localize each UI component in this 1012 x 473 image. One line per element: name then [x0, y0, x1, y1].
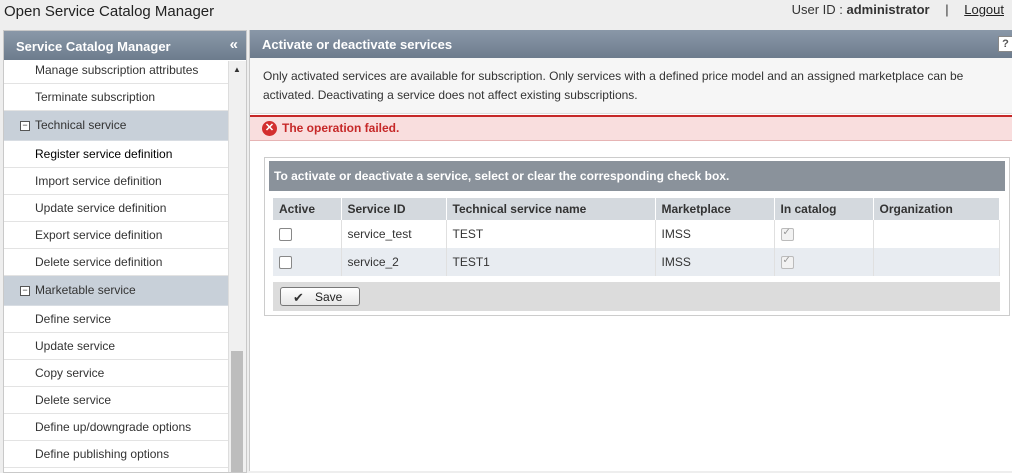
sidebar-item-copy-service[interactable]: Copy service — [4, 360, 228, 387]
sidebar-item-register-service-definition[interactable]: Register service definition — [4, 141, 228, 168]
table-row: service_2 TEST1 IMSS — [273, 248, 1000, 276]
sidebar-group-label: Technical service — [35, 118, 127, 132]
sidebar-item-terminate-subscription[interactable]: Terminate subscription — [4, 84, 228, 111]
column-header-technical-service-name[interactable]: Technical service name — [446, 198, 656, 220]
sidebar-item-manage-subscription-attributes[interactable]: Manage subscription attributes — [4, 61, 228, 84]
sidebar-item-define-up-downgrade-options[interactable]: Define up/downgrade options — [4, 414, 228, 441]
intro-text: Only activated services are available fo… — [250, 58, 1012, 114]
marketplace-cell: IMSS — [655, 220, 775, 248]
separator: | — [945, 2, 949, 17]
top-bar: Open Service Catalog Manager User ID : a… — [0, 0, 1012, 28]
save-button-label: Save — [315, 290, 343, 304]
column-header-service-id[interactable]: Service ID — [341, 198, 447, 220]
organization-cell — [873, 220, 1000, 248]
services-table: Active Service ID Technical service name… — [273, 198, 1000, 276]
column-header-organization[interactable]: Organization — [873, 198, 1000, 220]
column-header-in-catalog[interactable]: In catalog — [774, 198, 874, 220]
sidebar: Service Catalog Manager « Manage subscri… — [3, 30, 247, 473]
user-id-label: User ID : — [791, 2, 843, 17]
column-header-active[interactable]: Active — [273, 198, 342, 220]
collapse-sidebar-icon[interactable]: « — [230, 36, 238, 53]
active-checkbox[interactable] — [279, 256, 292, 270]
collapse-toggle-icon[interactable]: − — [20, 286, 30, 296]
sidebar-item-define-service[interactable]: Define service — [4, 306, 228, 333]
sidebar-group-label: Marketable service — [35, 283, 136, 297]
table-header-row: Active Service ID Technical service name… — [273, 198, 1000, 220]
sidebar-item-update-service-definition[interactable]: Update service definition — [4, 195, 228, 222]
error-icon: ✕ — [262, 121, 277, 136]
scroll-up-icon[interactable]: ▲ — [233, 65, 241, 74]
active-checkbox-cell — [273, 220, 342, 248]
in-catalog-checkbox — [780, 227, 794, 242]
active-checkbox-cell — [273, 248, 342, 276]
page-title: Activate or deactivate services — [262, 37, 453, 52]
sidebar-menu: Manage subscription attributes Terminate … — [4, 61, 228, 468]
user-id-value: administrator — [846, 2, 930, 17]
active-checkbox[interactable] — [279, 228, 292, 242]
panel-header: To activate or deactivate a service, sel… — [269, 161, 1005, 191]
save-button[interactable]: ✔ Save — [280, 287, 360, 306]
sidebar-group-technical-service[interactable]: − Technical service — [4, 111, 228, 141]
column-header-marketplace[interactable]: Marketplace — [655, 198, 775, 220]
sidebar-header: Service Catalog Manager « — [4, 31, 246, 60]
sidebar-item-delete-service-definition[interactable]: Delete service definition — [4, 249, 228, 276]
service-id-cell: service_2 — [341, 248, 447, 276]
error-message-bar: ✕ The operation failed. — [250, 115, 1012, 141]
logout-link[interactable]: Logout — [964, 2, 1004, 17]
scrollbar-thumb[interactable] — [231, 351, 243, 472]
button-bar: ✔ Save — [273, 282, 1000, 311]
user-info: User ID : administrator | Logout — [792, 2, 1004, 17]
sidebar-item-define-publishing-options[interactable]: Define publishing options — [4, 441, 228, 468]
organization-cell — [873, 248, 1000, 276]
error-message: The operation failed. — [282, 121, 400, 135]
table-row: service_test TEST IMSS — [273, 220, 1000, 248]
sidebar-scrollbar[interactable]: ▲ — [228, 61, 246, 472]
app-title: Open Service Catalog Manager — [4, 3, 215, 20]
sidebar-item-export-service-definition[interactable]: Export service definition — [4, 222, 228, 249]
checkmark-icon: ✔ — [293, 290, 304, 305]
marketplace-cell: IMSS — [655, 248, 775, 276]
service-id-cell: service_test — [341, 220, 447, 248]
technical-service-cell: TEST — [446, 220, 656, 248]
help-icon[interactable]: ? — [998, 36, 1012, 52]
in-catalog-cell — [774, 220, 874, 248]
services-panel: To activate or deactivate a service, sel… — [264, 157, 1010, 316]
sidebar-item-import-service-definition[interactable]: Import service definition — [4, 168, 228, 195]
in-catalog-cell — [774, 248, 874, 276]
collapse-toggle-icon[interactable]: − — [20, 121, 30, 131]
sidebar-title: Service Catalog Manager — [16, 39, 171, 54]
sidebar-group-marketable-service[interactable]: − Marketable service — [4, 276, 228, 306]
main-header: Activate or deactivate services ? — [250, 30, 1012, 58]
main-content: Activate or deactivate services ? Only a… — [249, 30, 1012, 471]
sidebar-item-delete-service[interactable]: Delete service — [4, 387, 228, 414]
in-catalog-checkbox — [780, 255, 794, 270]
sidebar-item-update-service[interactable]: Update service — [4, 333, 228, 360]
technical-service-cell: TEST1 — [446, 248, 656, 276]
